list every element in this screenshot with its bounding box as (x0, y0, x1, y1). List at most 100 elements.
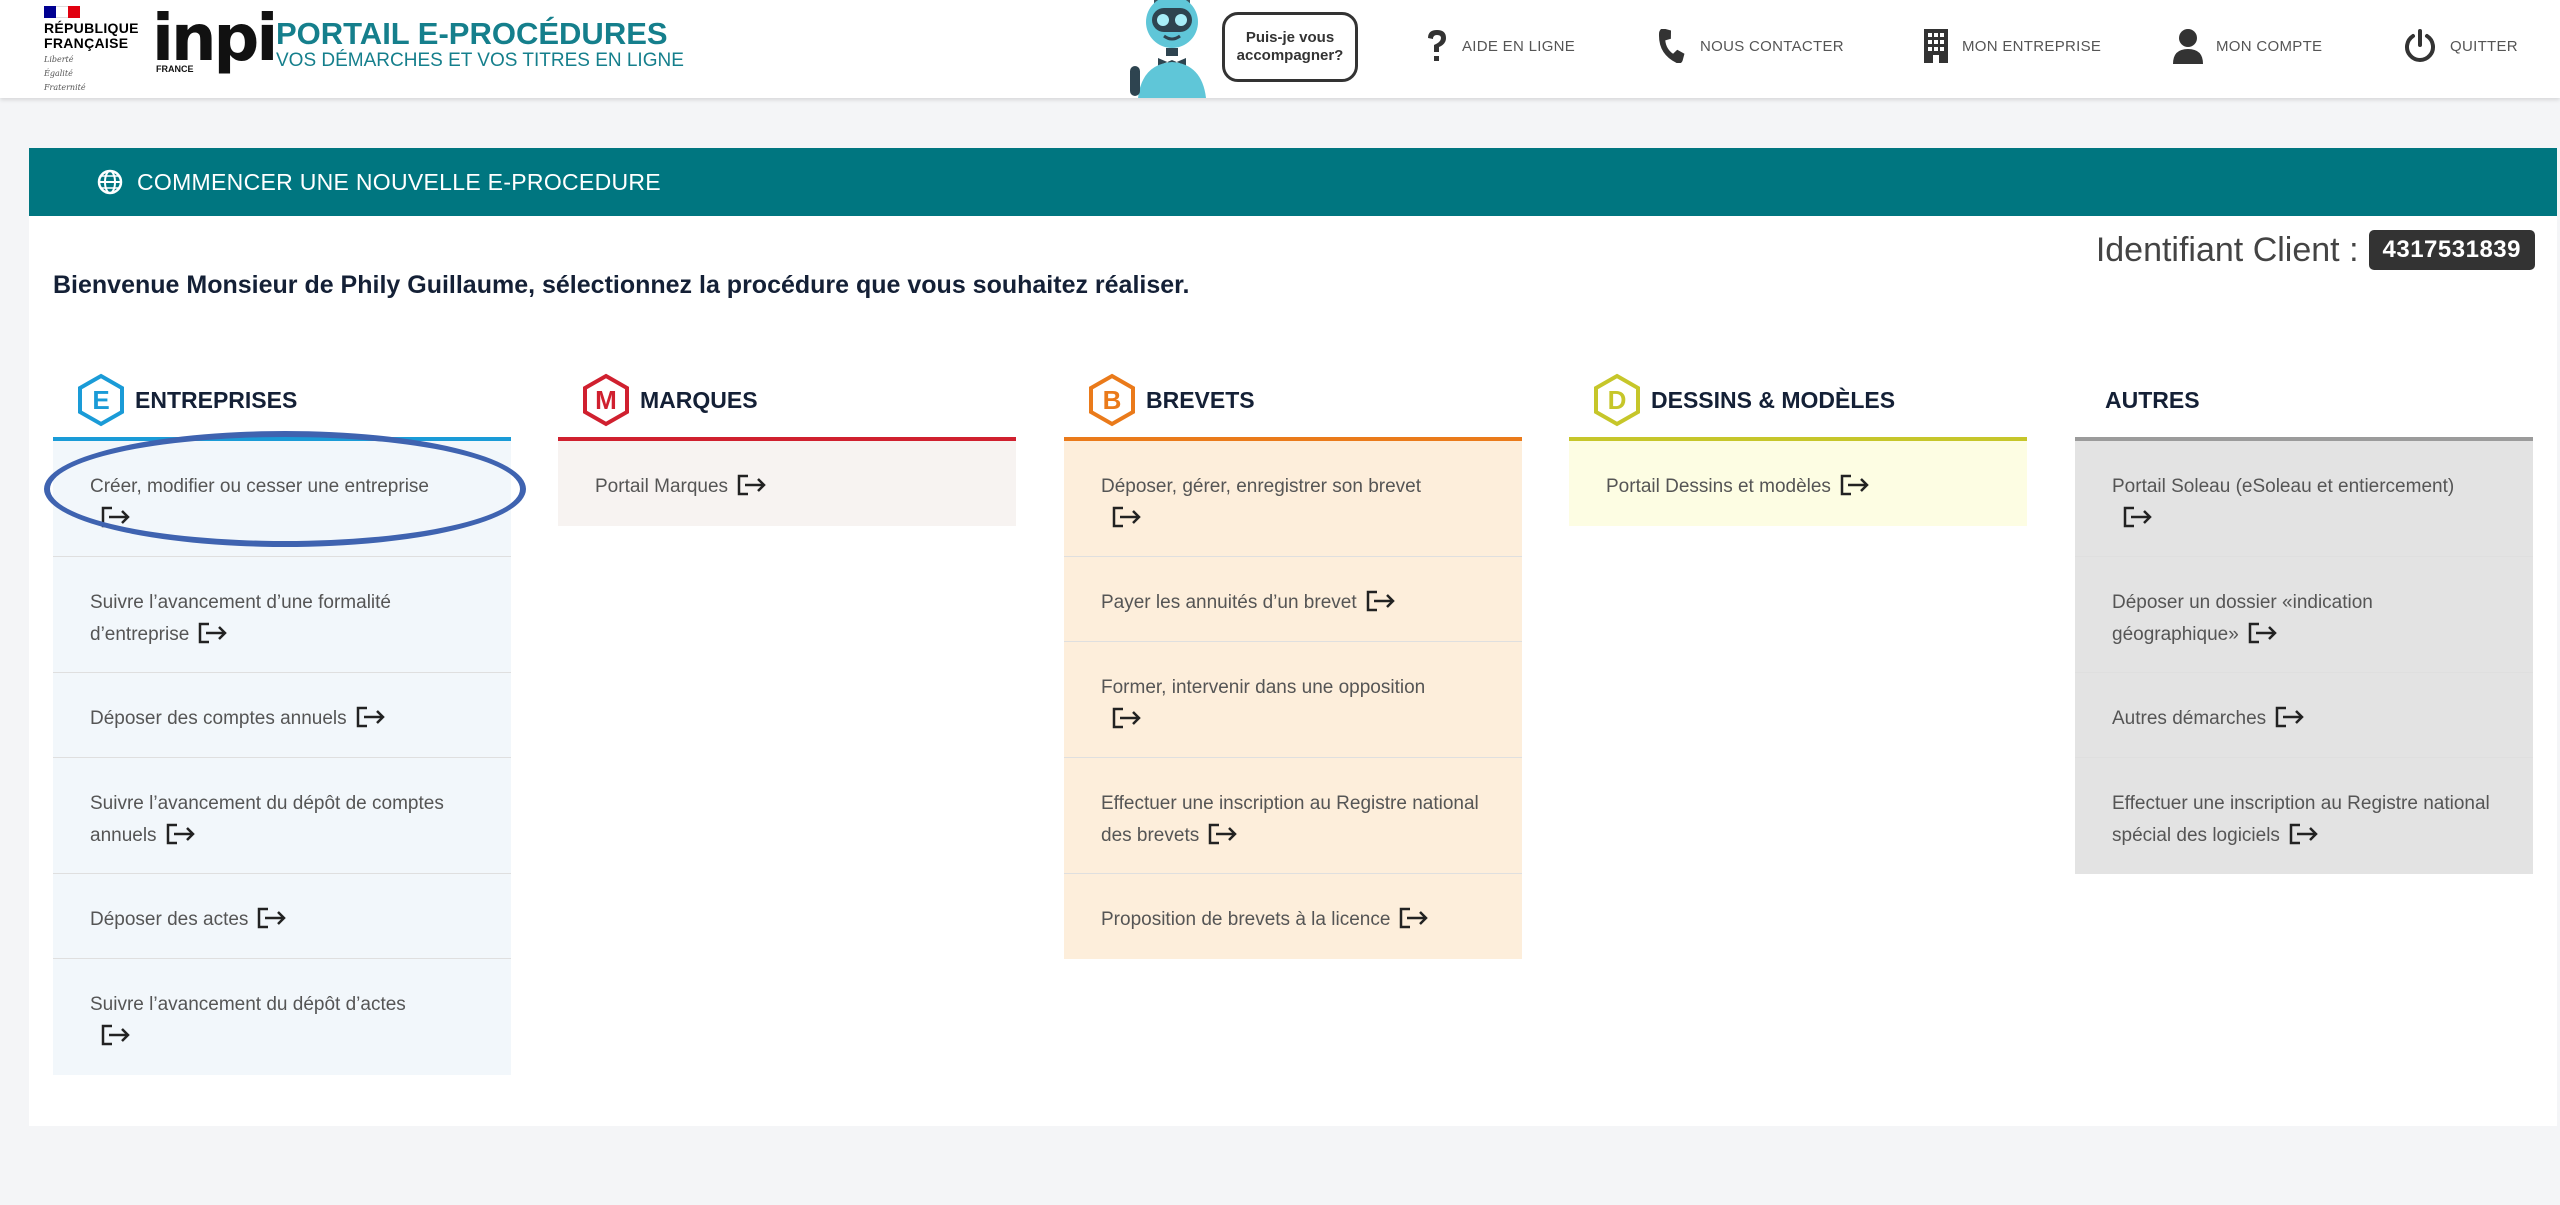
inpi-logo[interactable]: inpi FRANCE (152, 7, 278, 78)
procedure-label: Autres démarches (2112, 708, 2267, 729)
external-link-icon (166, 823, 195, 845)
column-header: D DESSINS & MODÈLES (1569, 363, 2027, 437)
column-entreprises: E ENTREPRISES Créer, modifier ou cesser … (53, 363, 511, 1075)
client-id-label: Identifiant Client : (2095, 230, 2359, 269)
portal-title: PORTAIL E-PROCÉDURES (276, 16, 668, 51)
hexagon-d-icon: D (1594, 373, 1640, 427)
client-id-value: 4317531839 (2368, 230, 2535, 270)
nav-label: QUITTER (2450, 37, 2518, 55)
procedure-label: Déposer, gérer, enregistrer son brevet (1101, 476, 1422, 497)
chatbot-bubble[interactable]: Puis-je vous accompagner? (1222, 12, 1358, 82)
procedure-link-portail-dessins[interactable]: Portail Dessins et modèles (1569, 441, 2027, 526)
procedure-link-opposition[interactable]: Former, intervenir dans une opposition (1064, 642, 1522, 758)
column-list: Créer, modifier ou cesser une entreprise… (53, 441, 511, 1075)
phone-icon (1659, 29, 1685, 63)
nav-label: MON ENTREPRISE (1962, 37, 2102, 55)
republique-francaise-logo: RÉPUBLIQUE FRANÇAISE Liberté Égalité Fra… (44, 6, 144, 93)
procedure-link-portail-marques[interactable]: Portail Marques (558, 441, 1016, 526)
column-autres: AUTRES Portail Soleau (eSoleau et entier… (2075, 363, 2533, 874)
procedure-link-suivre-comptes[interactable]: Suivre l’avancement du dépôt de comptes … (53, 758, 511, 874)
nav-aide-en-ligne[interactable]: AIDE EN LIGNE (1424, 24, 1575, 68)
devise-1: Liberté (44, 55, 74, 64)
procedure-label: Déposer des comptes annuels (90, 708, 347, 729)
external-link-icon (101, 506, 130, 528)
nav-quitter[interactable]: QUITTER (2402, 24, 2518, 68)
welcome-message: Bienvenue Monsieur de Phily Guillaume, s… (53, 271, 1190, 299)
column-header: B BREVETS (1064, 363, 1522, 437)
building-icon (1924, 29, 1948, 63)
external-link-icon (1366, 590, 1395, 612)
external-link-icon (2289, 823, 2318, 845)
procedure-link-creer-entreprise[interactable]: Créer, modifier ou cesser une entreprise (53, 441, 511, 557)
procedure-link-registre-brevets[interactable]: Effectuer une inscription au Registre na… (1064, 758, 1522, 874)
external-link-icon (356, 706, 385, 728)
svg-text:D: D (1608, 385, 1627, 415)
question-icon (1428, 30, 1446, 61)
external-link-icon (2123, 506, 2152, 528)
column-list: Déposer, gérer, enregistrer son brevet P… (1064, 441, 1522, 959)
procedure-link-suivre-actes[interactable]: Suivre l’avancement du dépôt d’actes (53, 959, 511, 1075)
nav-nous-contacter[interactable]: NOUS CONTACTER (1654, 24, 1844, 68)
column-header: E ENTREPRISES (53, 363, 511, 437)
procedure-label: Suivre l’avancement du dépôt de comptes … (90, 793, 444, 846)
svg-text:B: B (1103, 385, 1122, 415)
procedure-link-payer-annuites[interactable]: Payer les annuités d’un brevet (1064, 557, 1522, 642)
new-eprocedure-banner[interactable]: COMMENCER UNE NOUVELLE E-PROCEDURE (29, 148, 2557, 216)
nav-label: MON COMPTE (2216, 37, 2323, 55)
column-list: Portail Soleau (eSoleau et entiercement)… (2075, 441, 2533, 874)
devise-3: Fraternité (44, 83, 86, 92)
column-title: BREVETS (1146, 386, 1255, 413)
procedure-label: Portail Marques (595, 476, 729, 497)
banner-label: COMMENCER UNE NOUVELLE E-PROCEDURE (137, 168, 661, 195)
procedure-link-deposer-brevet[interactable]: Déposer, gérer, enregistrer son brevet (1064, 441, 1522, 557)
external-link-icon (2248, 622, 2277, 644)
column-title: AUTRES (2105, 386, 2200, 413)
column-marques: M MARQUES Portail Marques (558, 363, 1016, 526)
portal-subtitle: VOS DÉMARCHES ET VOS TITRES EN LIGNE (276, 50, 684, 71)
nav-mon-entreprise[interactable]: MON ENTREPRISE (1922, 24, 2101, 68)
procedure-link-brevets-licence[interactable]: Proposition de brevets à la licence (1064, 874, 1522, 959)
procedure-link-deposer-actes[interactable]: Déposer des actes (53, 874, 511, 959)
procedure-label: Portail Soleau (eSoleau et entiercement) (2112, 476, 2455, 497)
external-link-icon (1840, 474, 1869, 496)
hexagon-b-icon: B (1089, 373, 1135, 427)
external-link-icon (1208, 823, 1238, 845)
site-header: RÉPUBLIQUE FRANÇAISE Liberté Égalité Fra… (0, 0, 2560, 98)
rf-line-2: FRANÇAISE (44, 35, 129, 51)
external-link-icon (258, 907, 287, 929)
external-link-icon (737, 474, 766, 496)
procedure-link-indication-geographique[interactable]: Déposer un dossier «indication géographi… (2075, 557, 2533, 673)
column-title: ENTREPRISES (135, 386, 298, 413)
procedure-label: Payer les annuités d’un brevet (1101, 592, 1357, 613)
french-flag-icon (44, 6, 80, 18)
column-brevets: B BREVETS Déposer, gérer, enregistrer so… (1064, 363, 1522, 959)
external-link-icon (2275, 706, 2304, 728)
column-dessins-modeles: D DESSINS & MODÈLES Portail Dessins et m… (1569, 363, 2027, 526)
nav-mon-compte[interactable]: MON COMPTE (2172, 24, 2322, 68)
chatbot-robot-icon[interactable] (1124, 0, 1220, 98)
procedure-label: Proposition de brevets à la licence (1101, 909, 1391, 930)
portal-title-block[interactable]: PORTAIL E-PROCÉDURES VOS DÉMARCHES ET VO… (276, 18, 684, 72)
procedure-label: Déposer un dossier «indication géographi… (2112, 592, 2373, 645)
hexagon-e-icon: E (78, 373, 124, 427)
procedure-label: Suivre l’avancement d’une formalité d’en… (90, 592, 391, 645)
user-icon (2173, 29, 2203, 64)
procedure-label: Déposer des actes (90, 909, 249, 930)
column-list: Portail Marques (558, 441, 1016, 526)
rf-line-1: RÉPUBLIQUE (44, 20, 139, 36)
hexagon-m-icon: M (583, 373, 629, 427)
external-link-icon (1400, 907, 1429, 929)
devise-2: Égalité (44, 69, 73, 78)
procedure-link-deposer-comptes[interactable]: Déposer des comptes annuels (53, 673, 511, 758)
procedure-link-suivre-formalite[interactable]: Suivre l’avancement d’une formalité d’en… (53, 557, 511, 673)
external-link-icon (1112, 707, 1141, 729)
svg-text:E: E (92, 385, 109, 415)
procedure-link-portail-soleau[interactable]: Portail Soleau (eSoleau et entiercement) (2075, 441, 2533, 557)
power-icon (2405, 29, 2435, 62)
procedure-link-autres-demarches[interactable]: Autres démarches (2075, 673, 2533, 758)
external-link-icon (199, 622, 228, 644)
procedure-link-registre-logiciels[interactable]: Effectuer une inscription au Registre na… (2075, 758, 2533, 874)
column-list: Portail Dessins et modèles (1569, 441, 2027, 526)
client-id: Identifiant Client : 4317531839 (2096, 230, 2535, 270)
nav-label: AIDE EN LIGNE (1462, 37, 1576, 55)
